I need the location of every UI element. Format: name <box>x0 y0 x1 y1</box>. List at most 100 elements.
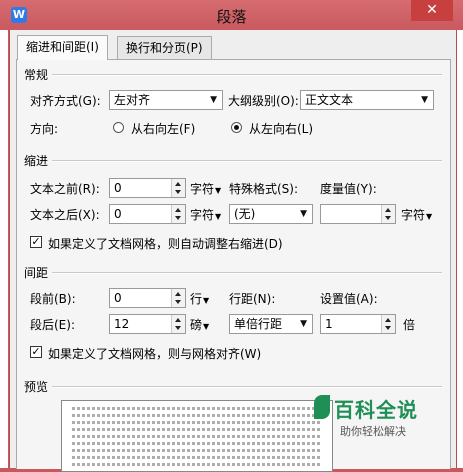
chevron-down-icon: ▼ <box>300 319 307 329</box>
alignment-select[interactable]: 左对齐 ▼ <box>109 90 223 110</box>
line-spacing-value: 单倍行距 <box>234 317 283 331</box>
arrow-up-icon <box>175 318 181 322</box>
alignment-label: 对齐方式(G): <box>30 94 101 108</box>
outline-level-label: 大纲级别(O): <box>228 94 299 108</box>
chevron-down-icon: ▼ <box>300 209 307 219</box>
arrow-down-icon <box>175 190 181 194</box>
indent-after-spinner[interactable]: 0 <box>109 204 186 224</box>
unit-text: 字符 <box>401 208 426 222</box>
watermark-title: 百科全说 <box>334 398 418 422</box>
spinner-buttons[interactable] <box>381 315 395 333</box>
alignment-value: 左对齐 <box>114 93 151 107</box>
indent-after-unit[interactable]: 字符▼ <box>190 206 221 223</box>
section-title-preview: 预览 <box>24 380 49 394</box>
space-after-value: 12 <box>114 317 130 331</box>
arrow-down-icon <box>175 300 181 304</box>
tab-line-page-breaks[interactable]: 换行和分页(P) <box>117 36 212 59</box>
indent-after-label: 文本之后(X): <box>30 208 100 222</box>
setting-value-label: 设置值(A): <box>320 292 378 306</box>
unit-text: 字符 <box>190 208 215 222</box>
preview-line <box>72 407 322 410</box>
watermark-subtitle: 助你轻松解决 <box>340 425 406 438</box>
title-bar: W 段落 ✕ <box>0 0 463 30</box>
space-after-spinner[interactable]: 12 <box>109 314 186 334</box>
close-button[interactable]: ✕ <box>411 0 453 21</box>
dialog-title: 段落 <box>216 8 247 26</box>
setting-value-unit: 倍 <box>403 318 416 332</box>
setting-value-value: 1 <box>325 317 333 331</box>
auto-adjust-checkbox[interactable]: ✓ <box>30 236 42 248</box>
chevron-down-icon: ▼ <box>203 296 210 305</box>
indent-before-value: 0 <box>114 181 122 195</box>
space-before-value: 0 <box>114 291 122 305</box>
line-spacing-label: 行距(N): <box>229 292 276 306</box>
snap-grid-checkbox[interactable]: ✓ <box>30 346 42 358</box>
preview-line <box>72 414 322 417</box>
arrow-up-icon <box>175 182 181 186</box>
indent-after-value: 0 <box>114 207 122 221</box>
unit-text: 字符 <box>190 182 215 196</box>
arrow-up-icon <box>385 318 391 322</box>
indent-before-unit[interactable]: 字符▼ <box>190 180 221 197</box>
divider <box>52 386 442 388</box>
arrow-down-icon <box>385 216 391 220</box>
space-before-label: 段前(B): <box>30 292 76 306</box>
special-format-value: (无) <box>234 207 256 221</box>
section-title-spacing: 间距 <box>24 266 49 280</box>
chevron-down-icon: ▼ <box>426 212 433 221</box>
divider <box>52 272 442 274</box>
special-format-select[interactable]: (无) ▼ <box>229 204 313 224</box>
chevron-down-icon: ▼ <box>203 322 210 331</box>
direction-label: 方向: <box>30 122 59 136</box>
setting-value-spinner[interactable]: 1 <box>320 314 396 334</box>
unit-text: 磅 <box>190 318 203 332</box>
preview-line <box>72 435 322 438</box>
outline-level-value: 正文文本 <box>305 93 354 107</box>
spinner-buttons[interactable] <box>171 289 185 307</box>
measure-spinner[interactable] <box>320 204 396 224</box>
arrow-up-icon <box>175 208 181 212</box>
chevron-down-icon: ▼ <box>215 212 222 221</box>
ltr-radio[interactable] <box>231 122 242 133</box>
arrow-up-icon <box>385 208 391 212</box>
watermark: 百科全说 助你轻松解决 <box>314 392 432 442</box>
section-title-indent: 缩进 <box>24 154 49 168</box>
background-document-strip <box>0 0 8 468</box>
measure-label: 度量值(Y): <box>320 182 377 196</box>
measure-unit[interactable]: 字符▼ <box>401 206 432 223</box>
space-after-unit[interactable]: 磅▼ <box>190 316 209 333</box>
preview-box <box>61 400 333 472</box>
arrow-down-icon <box>175 326 181 330</box>
rtl-label: 从右向左(F) <box>131 122 196 136</box>
auto-adjust-label: 如果定义了文档网格，则自动调整右缩进(D) <box>48 237 283 251</box>
preview-line <box>72 449 322 452</box>
arrow-down-icon <box>385 326 391 330</box>
spinner-buttons[interactable] <box>381 205 395 223</box>
space-before-unit[interactable]: 行▼ <box>190 290 209 307</box>
divider <box>52 160 442 162</box>
indent-before-spinner[interactable]: 0 <box>109 178 186 198</box>
preview-line <box>72 421 322 424</box>
preview-line <box>72 456 322 459</box>
arrow-up-icon <box>175 292 181 296</box>
preview-line <box>72 463 322 466</box>
space-before-spinner[interactable]: 0 <box>109 288 186 308</box>
indent-before-label: 文本之前(R): <box>30 182 100 196</box>
spinner-buttons[interactable] <box>171 179 185 197</box>
line-spacing-select[interactable]: 单倍行距 ▼ <box>229 314 313 334</box>
unit-text: 行 <box>190 292 203 306</box>
chevron-down-icon: ▼ <box>210 95 217 105</box>
ltr-label: 从左向右(L) <box>249 122 314 136</box>
spinner-buttons[interactable] <box>171 315 185 333</box>
preview-line <box>72 442 322 445</box>
space-after-label: 段后(E): <box>30 318 75 332</box>
chevron-down-icon: ▼ <box>421 95 428 105</box>
outline-level-select[interactable]: 正文文本 ▼ <box>300 90 434 110</box>
rtl-radio[interactable] <box>113 122 124 133</box>
spinner-buttons[interactable] <box>171 205 185 223</box>
snap-grid-label: 如果定义了文档网格，则与网格对齐(W) <box>48 347 262 361</box>
tab-indent-spacing[interactable]: 缩进和间距(I) <box>17 35 108 60</box>
watermark-logo-icon <box>314 395 330 419</box>
section-title-general: 常规 <box>24 68 49 82</box>
chevron-down-icon: ▼ <box>215 186 222 195</box>
